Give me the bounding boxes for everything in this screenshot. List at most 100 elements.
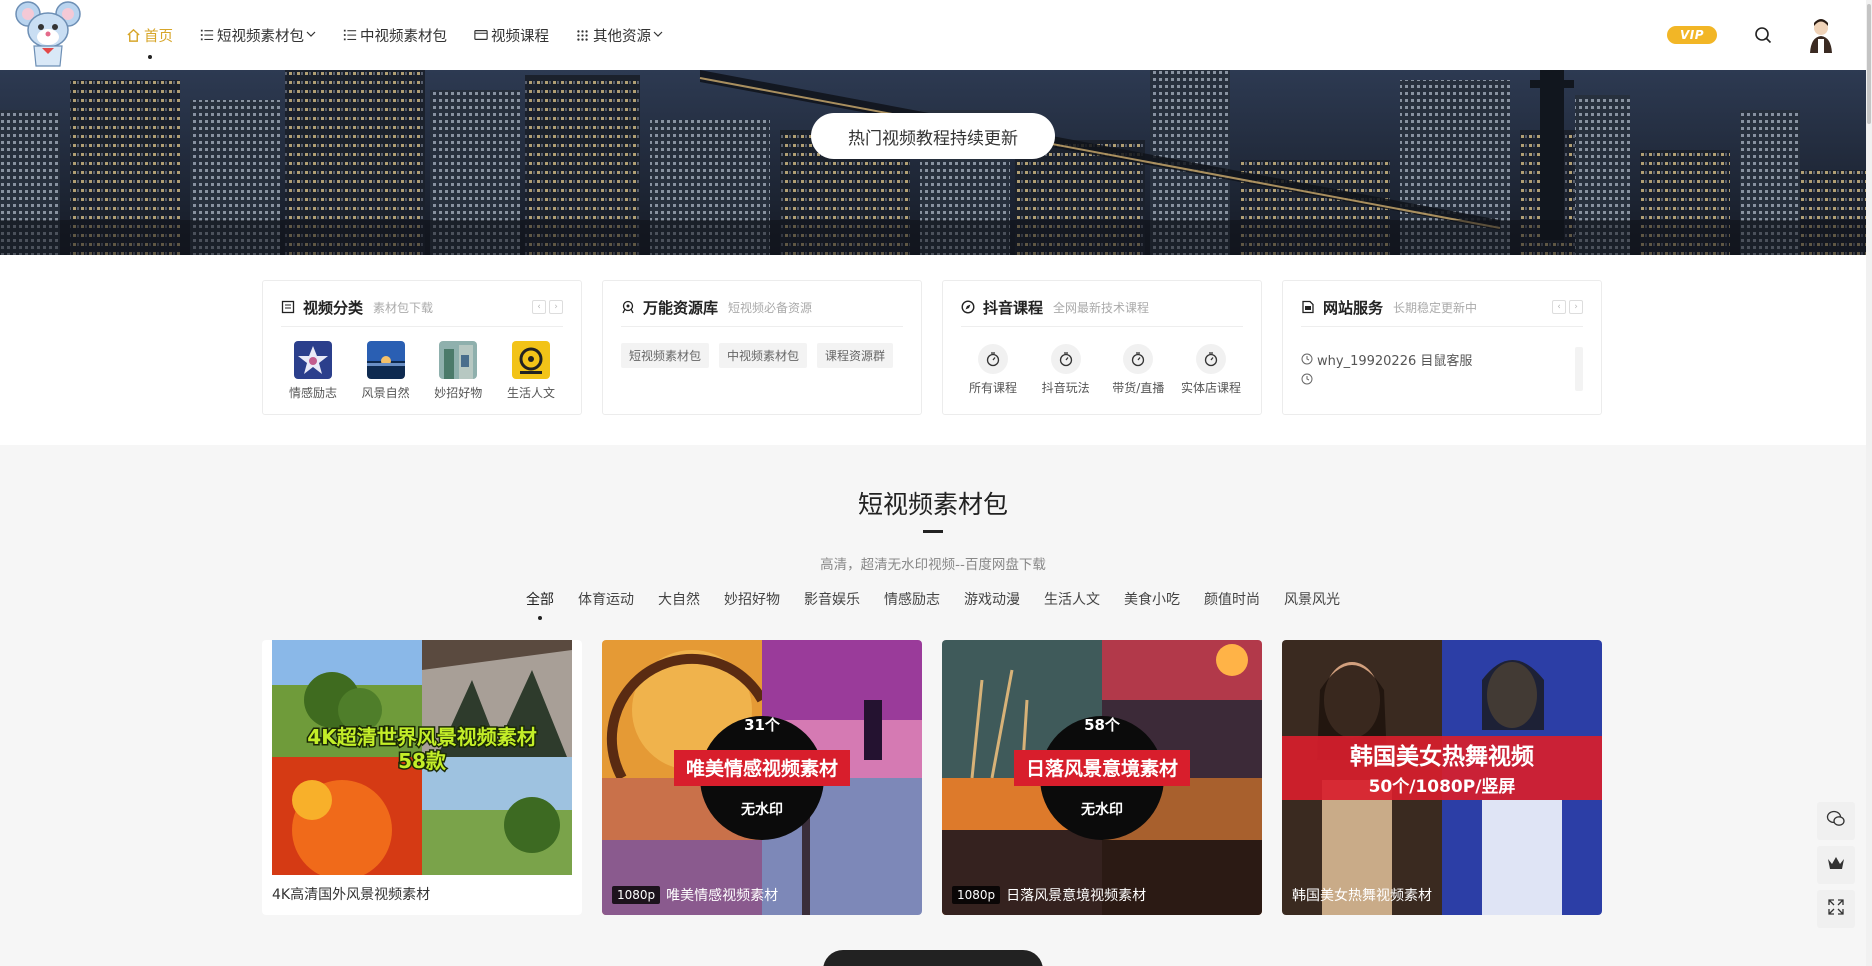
service-line: why_19920226 目鼠客服 [1301, 349, 1472, 369]
widget-site-service: 网站服务 长期稳定更新中 ‹ › why_19920226 目鼠客服 [1282, 280, 1602, 415]
course-label: 抖音玩法 [1041, 381, 1090, 395]
resource-tag[interactable]: 中视频素材包 [719, 343, 808, 368]
next-page-button[interactable]: › [1569, 300, 1583, 314]
course-item[interactable]: 带货/直播 [1106, 344, 1170, 396]
course-label: 所有课程 [968, 381, 1017, 395]
video-card[interactable]: 韩国美女热舞视频 50个/1080P/竖屏 韩国美女热舞视频素材 [1282, 640, 1602, 915]
video-icon [473, 28, 488, 43]
widget-pager: ‹ › [1549, 300, 1583, 314]
filter-tab[interactable]: 情感励志 [884, 589, 940, 609]
grid-icon [575, 28, 590, 43]
course-item[interactable]: 所有课程 [961, 344, 1025, 396]
category-filters: 全部 体育运动 大自然 妙招好物 影音娱乐 情感励志 游戏动漫 生活人文 美食小… [0, 589, 1866, 620]
crown-icon [1826, 855, 1846, 875]
fullscreen-button[interactable] [1817, 890, 1855, 928]
top-header: 首页 短视频素材包 中视频素材包 视频课程 其他资源 VIP [0, 0, 1866, 70]
nav-medium-video[interactable]: 中视频素材包 [342, 0, 447, 70]
video-card[interactable]: 4K超清世界风景视频素材 58款 4K高清国外风景视频素材 [262, 640, 582, 915]
card-thumbnail: 58个 日落风景意境素材 无水印 [942, 640, 1262, 915]
nav-short-video-label: 短视频素材包 [217, 28, 304, 45]
video-card[interactable]: 58个 日落风景意境素材 无水印 1080p 日落风景意境视频素材 [942, 640, 1262, 915]
filter-tab[interactable]: 大自然 [658, 589, 700, 609]
user-avatar[interactable] [1806, 17, 1836, 53]
category-item[interactable]: 生活人文 [499, 341, 563, 401]
chevron-down-icon [653, 27, 663, 43]
category-thumbnail [366, 341, 405, 379]
section-title: 短视频素材包 [857, 490, 1008, 519]
prev-page-button[interactable]: ‹ [532, 300, 546, 314]
list-icon [342, 28, 357, 43]
widget-subtitle: 长期稳定更新中 [1393, 300, 1478, 315]
widget-subtitle: 短视频必备资源 [728, 300, 813, 315]
filter-tab[interactable]: 美食小吃 [1124, 589, 1180, 609]
widget-subtitle: 素材包下载 [373, 300, 434, 315]
prev-page-button[interactable]: ‹ [1552, 300, 1566, 314]
filter-tab[interactable]: 颜值时尚 [1204, 589, 1260, 609]
filter-all[interactable]: 全部 [526, 589, 554, 620]
category-thumbnail [439, 341, 478, 379]
site-logo[interactable] [12, 0, 88, 70]
widget-title: 网站服务 [1323, 298, 1384, 317]
category-item[interactable]: 妙招好物 [426, 341, 490, 401]
course-item[interactable]: 抖音玩法 [1034, 344, 1098, 396]
resource-tag[interactable]: 短视频素材包 [621, 343, 710, 368]
resource-tag[interactable]: 课程资源群 [817, 343, 894, 368]
overlay-sub: 无水印 [740, 801, 783, 818]
category-label: 风景自然 [361, 386, 410, 400]
service-list: why_19920226 目鼠客服 [1301, 349, 1472, 389]
filter-tab[interactable]: 妙招好物 [724, 589, 780, 609]
nav-home[interactable]: 首页 [126, 0, 173, 70]
page-scrollbar[interactable] [1866, 0, 1872, 966]
category-item[interactable]: 风景自然 [354, 341, 418, 401]
city-night-image [0, 70, 1866, 255]
widget-video-categories: 视频分类 素材包下载 ‹ › 情感励志 风景自然 妙招好物 生活人文 [262, 280, 582, 415]
banner-button[interactable]: 热门视频教程持续更新 [811, 113, 1055, 159]
filter-tab[interactable]: 体育运动 [578, 589, 634, 609]
overlay-line1: 4K超清世界风景视频素材 [307, 725, 536, 749]
card-title: 4K高清国外风景视频素材 [272, 887, 431, 903]
timer-icon [978, 344, 1008, 374]
course-item[interactable]: 实体店课程 [1179, 344, 1243, 396]
overlay-count: 31个 [744, 716, 781, 734]
widget-title: 万能资源库 [643, 298, 719, 317]
overlay-sub: 50个/1080P/竖屏 [1369, 776, 1516, 797]
resource-icon [621, 300, 635, 314]
filter-tab[interactable]: 风景风光 [1284, 589, 1340, 609]
compass-icon [961, 300, 975, 314]
widget-title: 抖音课程 [983, 298, 1044, 317]
document-icon [281, 300, 295, 314]
chevron-down-icon [306, 27, 316, 43]
search-icon[interactable] [1754, 26, 1772, 44]
widget-pager: ‹ › [529, 300, 563, 314]
main-nav: 首页 短视频素材包 中视频素材包 视频课程 其他资源 [126, 0, 689, 70]
overlay-count: 58个 [1084, 716, 1121, 734]
hero-banner: 热门视频教程持续更新 [0, 70, 1866, 255]
nav-video-course[interactable]: 视频课程 [473, 0, 549, 70]
vip-crown-button[interactable] [1817, 846, 1855, 884]
list-icon [199, 28, 214, 43]
nav-other-resources[interactable]: 其他资源 [575, 0, 663, 70]
filter-tab[interactable]: 影音娱乐 [804, 589, 860, 609]
service-scrollbar[interactable] [1575, 347, 1583, 391]
filter-tab[interactable]: 游戏动漫 [964, 589, 1020, 609]
category-thumbnail [294, 341, 332, 379]
load-more-button[interactable] [823, 950, 1043, 966]
category-item[interactable]: 情感励志 [281, 341, 345, 401]
chat-icon [1826, 810, 1846, 832]
header-actions: VIP [1667, 0, 1836, 70]
nav-other-resources-label: 其他资源 [593, 28, 651, 45]
expand-icon [1827, 898, 1845, 920]
vip-badge[interactable]: VIP [1667, 26, 1717, 44]
next-page-button[interactable]: › [549, 300, 563, 314]
overlay-sub: 无水印 [1080, 801, 1123, 818]
filter-tab[interactable]: 生活人文 [1044, 589, 1100, 609]
nav-medium-video-label: 中视频素材包 [360, 28, 447, 45]
service-line [1301, 369, 1472, 389]
wechat-button[interactable] [1817, 802, 1855, 840]
video-card[interactable]: 31个 唯美情感视频素材 无水印 1080p 唯美情感视频素材 [602, 640, 922, 915]
nav-video-course-label: 视频课程 [491, 28, 549, 45]
card-title: 日落风景意境视频素材 [1006, 888, 1147, 904]
nav-short-video[interactable]: 短视频素材包 [199, 0, 316, 70]
overlay-main: 唯美情感视频素材 [686, 757, 838, 780]
section-subtitle: 高清，超清无水印视频--百度网盘下载 [820, 557, 1046, 573]
